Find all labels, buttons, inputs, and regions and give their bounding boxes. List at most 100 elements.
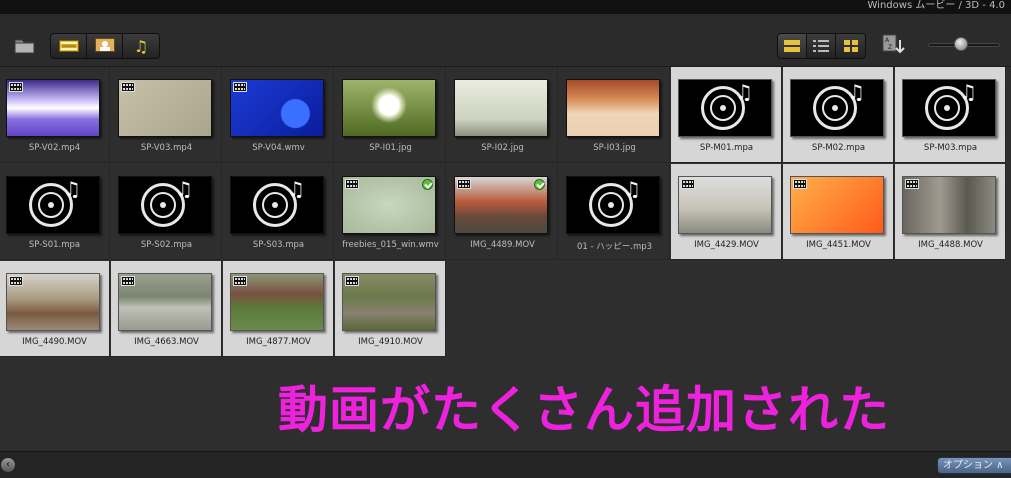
media-filename: SP-I01.jpg — [369, 143, 412, 153]
media-tile[interactable]: SP-I02.jpg — [447, 67, 558, 163]
media-filename: freebies_015_win.wmv — [342, 240, 439, 250]
window-title-bar: Windows ムービー / 3D - 4.0 — [0, 0, 1011, 15]
media-tile[interactable]: freebies_015_win.wmv — [335, 164, 446, 260]
media-tile[interactable]: ♫ SP-M02.mpa — [783, 67, 894, 163]
media-tile[interactable]: SP-I03.jpg — [559, 67, 670, 163]
media-filename: 01 - ハッピー.mp3 — [576, 242, 653, 252]
media-thumbnail: ♫ — [678, 79, 772, 137]
media-tile[interactable]: ♫ SP-M03.mpa — [895, 67, 1006, 163]
bottom-bar: ‹ オプション ∧ — [0, 451, 1011, 478]
media-thumbnail — [566, 79, 660, 137]
film-strip-icon — [905, 179, 919, 189]
media-tile[interactable]: IMG_4429.MOV — [671, 164, 782, 260]
window-title: Windows ムービー / 3D - 4.0 — [867, 0, 1005, 11]
media-thumbnail: ♫ — [6, 176, 100, 234]
library-toolbar: ♫ AZ — [0, 14, 1011, 67]
view-list-button[interactable] — [807, 34, 836, 58]
media-tile[interactable]: IMG_4877.MOV — [223, 261, 334, 357]
media-thumbnail — [790, 176, 884, 234]
film-strip-icon — [9, 276, 23, 286]
media-tile[interactable]: SP-V04.wmv — [223, 67, 334, 163]
film-strip-icon — [9, 82, 23, 92]
film-strip-icon — [121, 82, 135, 92]
media-tile[interactable]: ♫ SP-S03.mpa — [223, 164, 334, 260]
photo-filter-button[interactable] — [87, 34, 123, 58]
music-note-icon: ♫ — [175, 177, 193, 201]
media-tile[interactable]: ♫ SP-S02.mpa — [111, 164, 222, 260]
music-note-icon: ♫ — [133, 36, 149, 56]
zoom-slider[interactable] — [928, 37, 1000, 51]
media-thumbnail — [230, 79, 324, 137]
scroll-left-button[interactable]: ‹ — [0, 457, 16, 473]
media-filename: IMG_4490.MOV — [22, 337, 87, 347]
media-tile[interactable]: IMG_4488.MOV — [895, 164, 1006, 260]
media-tile[interactable]: ♫ SP-M01.mpa — [671, 67, 782, 163]
media-thumbnail — [6, 79, 100, 137]
media-thumbnail — [118, 79, 212, 137]
media-filename: IMG_4429.MOV — [694, 240, 759, 250]
media-thumbnail — [6, 273, 100, 331]
view-large-button[interactable] — [778, 34, 807, 58]
media-thumbnail — [454, 79, 548, 137]
thumbnail-view-icon — [843, 37, 858, 56]
media-filename: SP-I02.jpg — [481, 143, 524, 153]
media-filename: SP-V03.mp4 — [140, 143, 193, 153]
media-filename: IMG_4877.MOV — [246, 337, 311, 347]
media-filename: SP-S02.mpa — [140, 240, 193, 250]
media-thumbnail — [342, 79, 436, 137]
film-strip-icon — [793, 179, 807, 189]
sort-az-icon: AZ — [882, 34, 906, 62]
media-thumbnail — [230, 273, 324, 331]
view-thumbnail-button[interactable] — [836, 34, 865, 58]
media-tile[interactable]: SP-V03.mp4 — [111, 67, 222, 163]
media-thumbnail: ♫ — [118, 176, 212, 234]
media-filename: IMG_4663.MOV — [134, 337, 199, 347]
media-tile[interactable]: ♫ SP-S01.mpa — [0, 164, 110, 260]
video-filter-button[interactable] — [51, 34, 87, 58]
media-tile[interactable]: SP-V02.mp4 — [0, 67, 110, 163]
media-tile[interactable]: IMG_4910.MOV — [335, 261, 446, 357]
media-filename: IMG_4489.MOV — [470, 240, 535, 250]
sort-button[interactable]: AZ — [882, 34, 906, 62]
music-note-icon: ♫ — [623, 177, 641, 201]
options-button[interactable]: オプション ∧ — [937, 457, 1011, 474]
zoom-slider-knob[interactable] — [954, 37, 968, 51]
music-note-icon: ♫ — [735, 80, 753, 104]
media-tile[interactable]: SP-I01.jpg — [335, 67, 446, 163]
svg-text:Z: Z — [888, 44, 892, 51]
film-strip-icon — [233, 276, 247, 286]
media-thumbnail — [678, 176, 772, 234]
media-filename: SP-I03.jpg — [593, 143, 636, 153]
checkmark-icon — [534, 179, 545, 190]
media-thumbnail — [342, 176, 436, 234]
media-filter-group: ♫ — [50, 33, 160, 59]
media-filename: IMG_4488.MOV — [918, 240, 983, 250]
chevron-left-icon: ‹ — [6, 459, 10, 470]
media-tile[interactable]: IMG_4489.MOV — [447, 164, 558, 260]
film-strip-icon — [345, 276, 359, 286]
music-note-icon: ♫ — [63, 177, 81, 201]
list-view-icon — [813, 37, 829, 56]
music-filter-button[interactable]: ♫ — [123, 34, 159, 58]
folder-icon[interactable] — [14, 36, 36, 58]
media-thumbnail — [118, 273, 212, 331]
media-tile[interactable]: ♫ 01 - ハッピー.mp3 — [559, 164, 670, 260]
music-note-icon: ♫ — [847, 80, 865, 104]
film-strip-icon — [58, 37, 79, 56]
film-strip-icon — [681, 179, 695, 189]
large-view-icon — [784, 37, 800, 56]
media-thumbnail: ♫ — [790, 79, 884, 137]
media-thumbnail: ♫ — [566, 176, 660, 234]
media-tile[interactable]: IMG_4663.MOV — [111, 261, 222, 357]
music-note-icon: ♫ — [959, 80, 977, 104]
media-filename: IMG_4451.MOV — [806, 240, 871, 250]
media-thumbnail — [342, 273, 436, 331]
media-filename: SP-V02.mp4 — [28, 143, 81, 153]
media-filename: SP-S03.mpa — [252, 240, 305, 250]
checkmark-icon — [422, 179, 433, 190]
media-filename: SP-M01.mpa — [699, 143, 754, 153]
media-tile[interactable]: IMG_4451.MOV — [783, 164, 894, 260]
media-tile[interactable]: IMG_4490.MOV — [0, 261, 110, 357]
film-strip-icon — [121, 276, 135, 286]
film-strip-icon — [457, 179, 471, 189]
